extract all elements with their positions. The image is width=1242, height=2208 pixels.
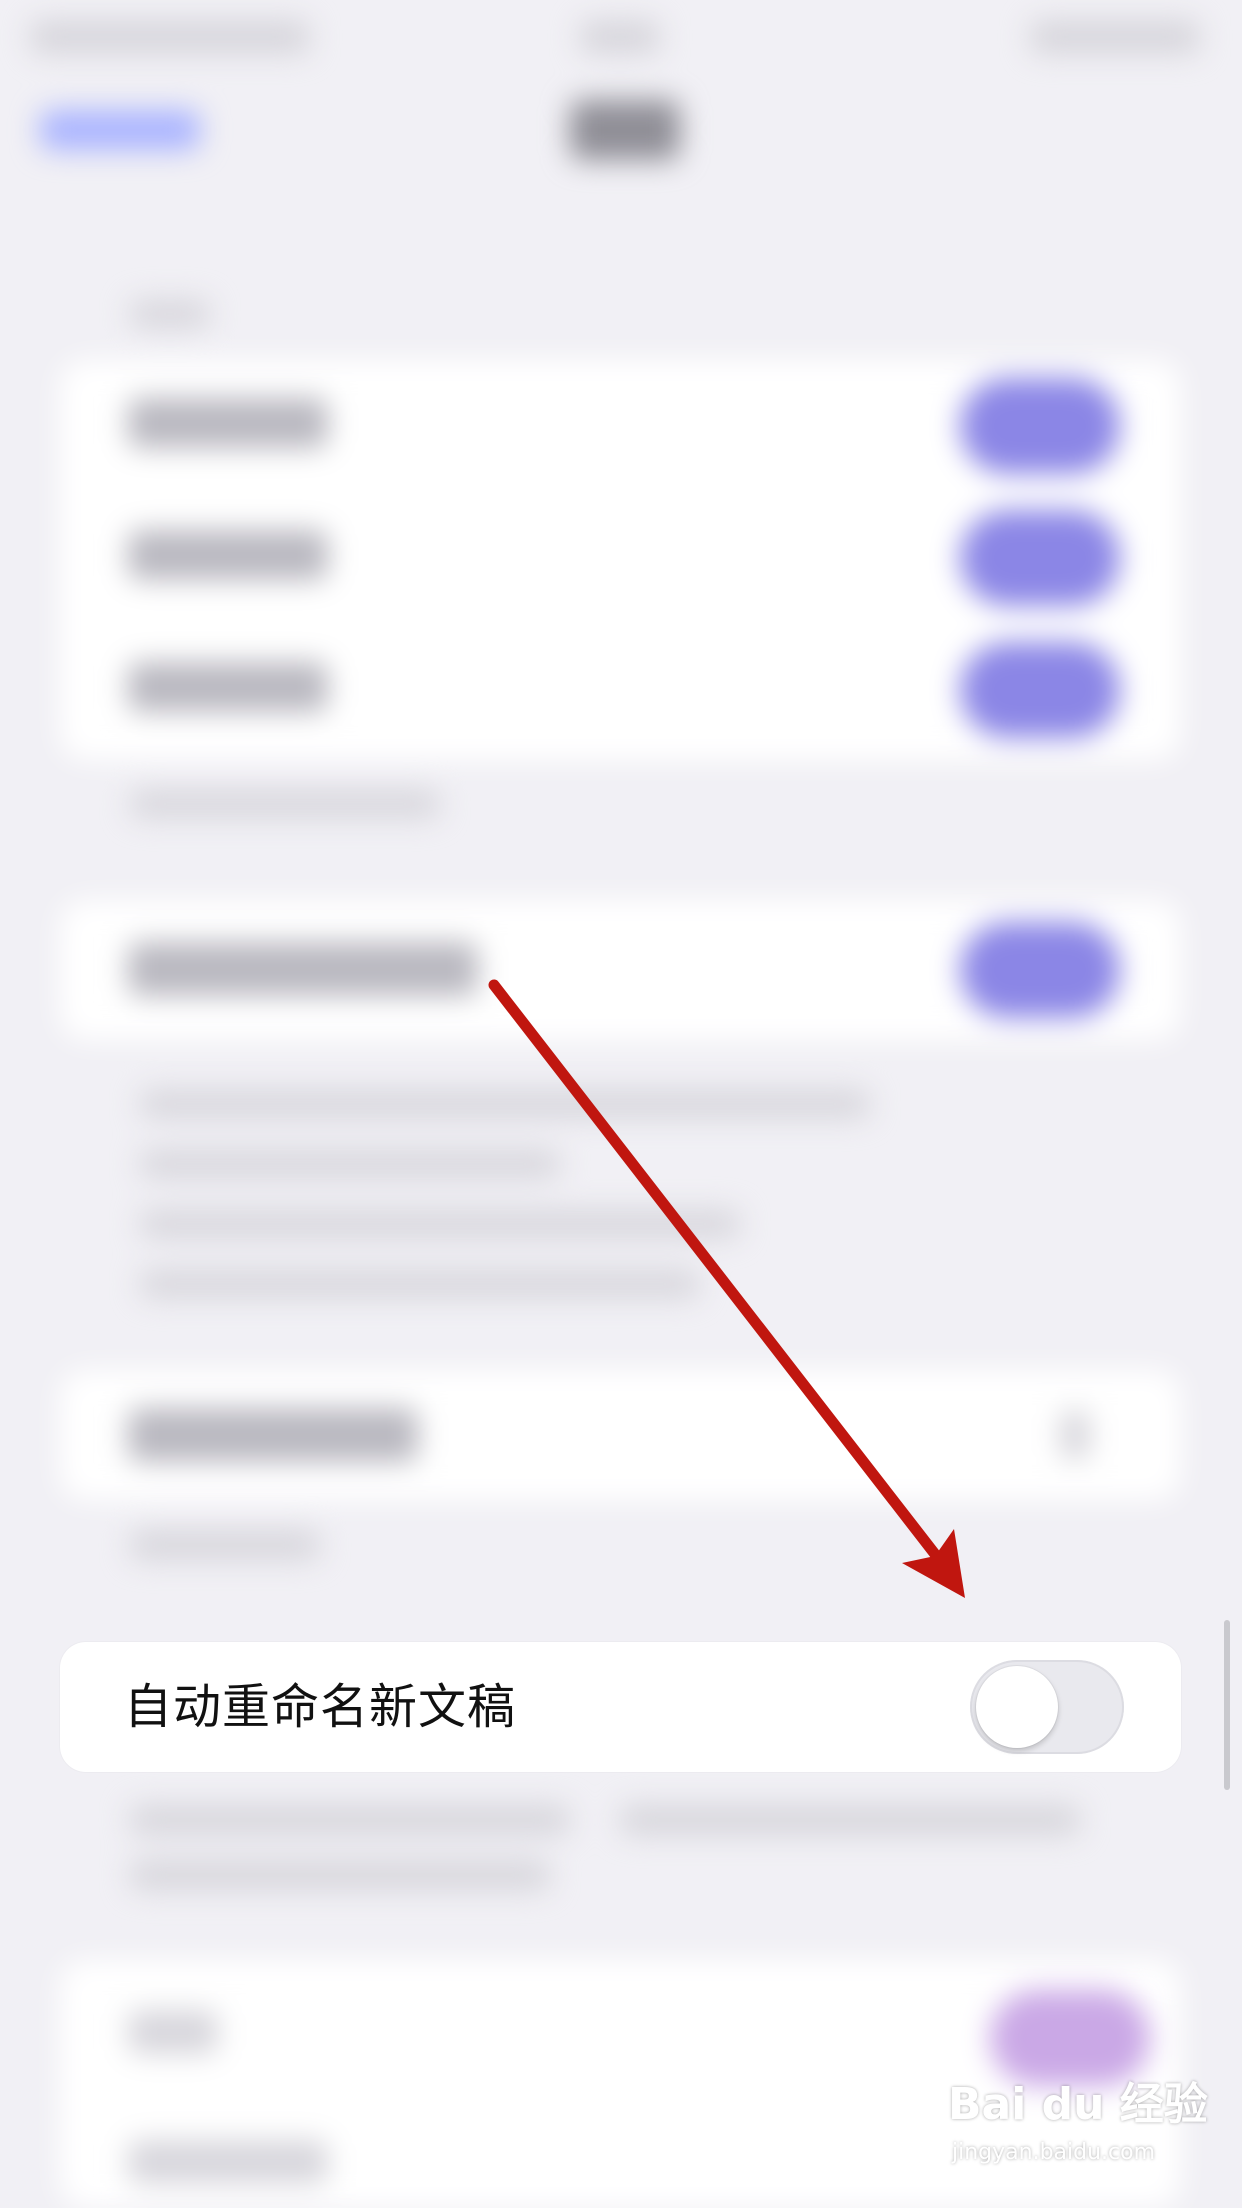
row-label-blurred [128, 398, 328, 448]
toggle-blurred [960, 378, 1120, 474]
footnote-blurred [130, 790, 440, 818]
row-label-blurred [128, 942, 478, 996]
annotation-arrow [488, 979, 965, 1598]
settings-card-blurred [60, 900, 1181, 1040]
toggle-blurred [960, 922, 1120, 1018]
watermark-logo: Bai du 经验 [948, 2079, 1208, 2130]
settings-card-blurred [60, 360, 1181, 760]
footnote-blurred [130, 1530, 320, 1560]
arrow-head [902, 1529, 965, 1598]
footnote-blurred [140, 1210, 740, 1238]
scrollbar[interactable] [1224, 1620, 1230, 1790]
footnote-blurred [140, 1270, 700, 1298]
baidu-jingyan-watermark: Bai du 经验 jingyan.baidu.com [948, 2068, 1208, 2178]
row-label-blurred [128, 662, 328, 712]
watermark-url: jingyan.baidu.com [952, 2140, 1156, 2165]
nav-title-blurred [570, 100, 680, 160]
footnote-blurred [140, 1150, 560, 1178]
footnote-blurred [130, 1860, 550, 1890]
arrow-shaft [488, 979, 961, 1586]
row-label-blurred [128, 2010, 218, 2054]
rename-new-drafts-row: 自动重命名新文稿 [60, 1642, 1181, 1772]
row-label-blurred [128, 1408, 418, 1462]
row-label-blurred [128, 530, 328, 580]
settings-card-blurred [60, 1370, 1181, 1500]
row-label-blurred [128, 2140, 328, 2184]
footnote-blurred [130, 1805, 570, 1835]
toggle-blurred [960, 510, 1120, 606]
back-button-blurred [40, 110, 200, 150]
chevron-blurred [1060, 1410, 1090, 1460]
rename-new-drafts-toggle[interactable] [970, 1660, 1124, 1754]
status-bar-center [580, 20, 660, 54]
toggle-blurred [960, 642, 1120, 738]
blurred-background [0, 0, 1242, 2208]
footnote-blurred [620, 1805, 1080, 1835]
status-bar-right [1030, 20, 1200, 54]
toggle-knob [976, 1666, 1058, 1748]
status-bar-left [30, 20, 310, 54]
footnote-blurred [140, 1090, 870, 1118]
rename-new-drafts-label: 自动重命名新文稿 [124, 1679, 517, 1735]
section-header-blurred [130, 300, 210, 328]
